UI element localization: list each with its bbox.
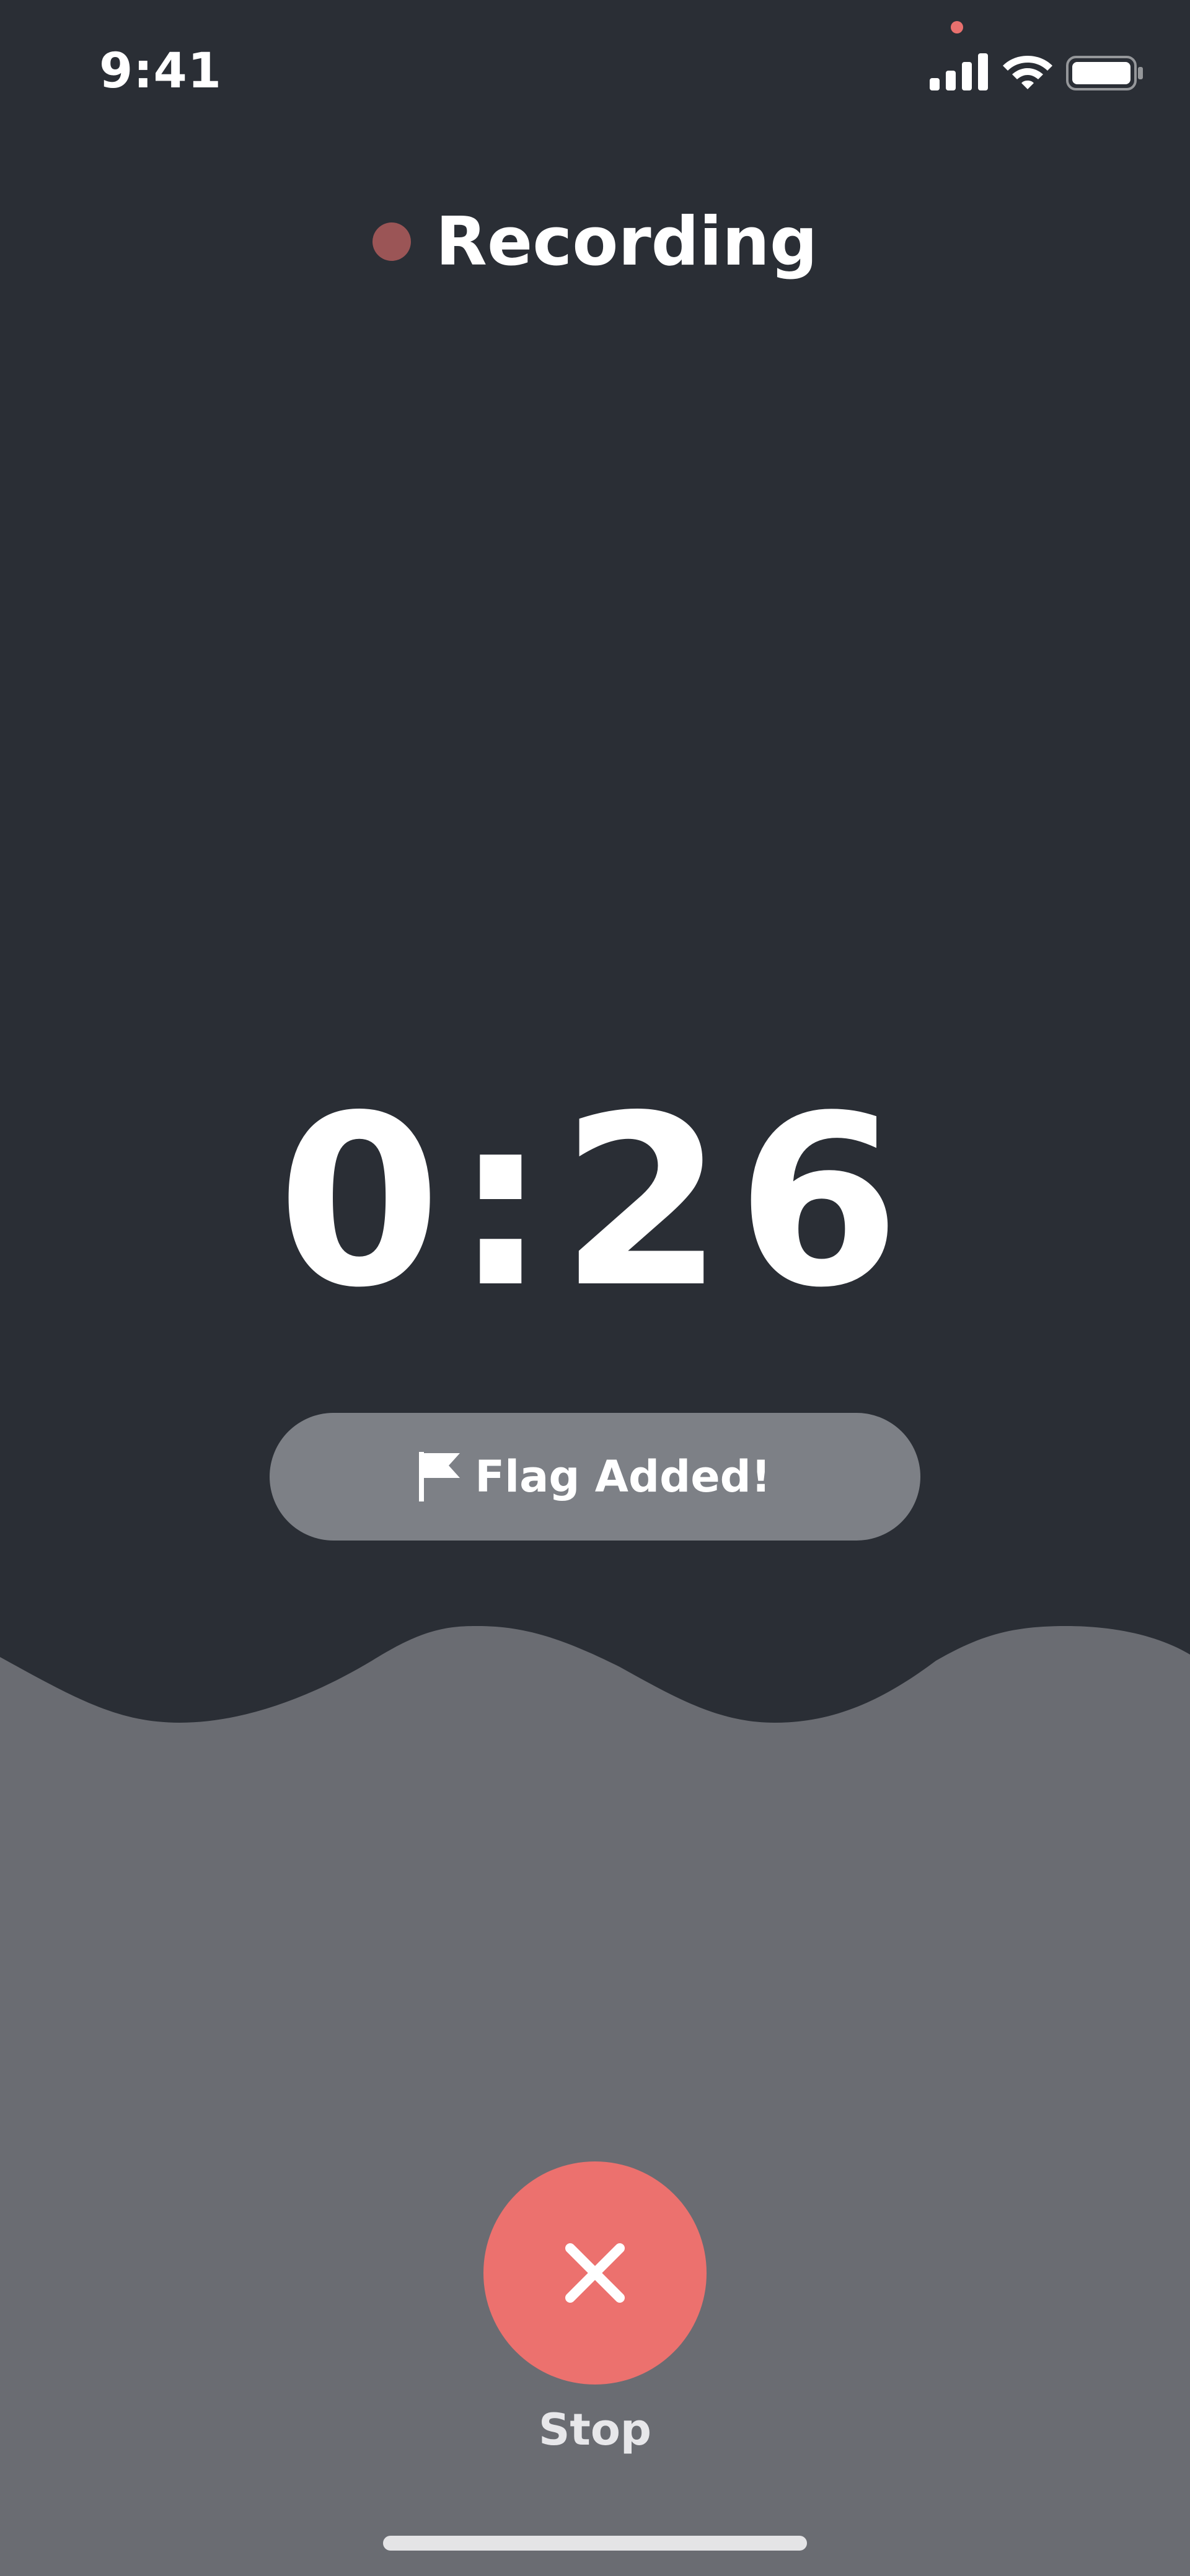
flag-added-label: Flag Added!	[475, 1451, 771, 1502]
stop-button[interactable]	[483, 2161, 707, 2385]
recording-screen: 9:41 Recording 0:26 Flag Added! Stop	[0, 0, 1190, 2576]
wifi-icon	[1003, 56, 1052, 89]
home-indicator[interactable]	[383, 2536, 807, 2551]
battery-icon	[1066, 56, 1143, 90]
flag-icon	[419, 1452, 461, 1501]
privacy-indicator-dot	[951, 21, 963, 33]
page-title: Recording	[435, 203, 818, 281]
stop-label: Stop	[538, 2404, 652, 2455]
status-time: 9:41	[99, 43, 223, 99]
close-icon	[565, 2243, 625, 2303]
elapsed-timer: 0:26	[277, 1065, 913, 1339]
flag-added-toast: Flag Added!	[270, 1413, 920, 1541]
cellular-signal-icon	[930, 53, 988, 90]
recording-header: Recording	[0, 198, 1190, 285]
recording-indicator-dot	[372, 222, 411, 261]
